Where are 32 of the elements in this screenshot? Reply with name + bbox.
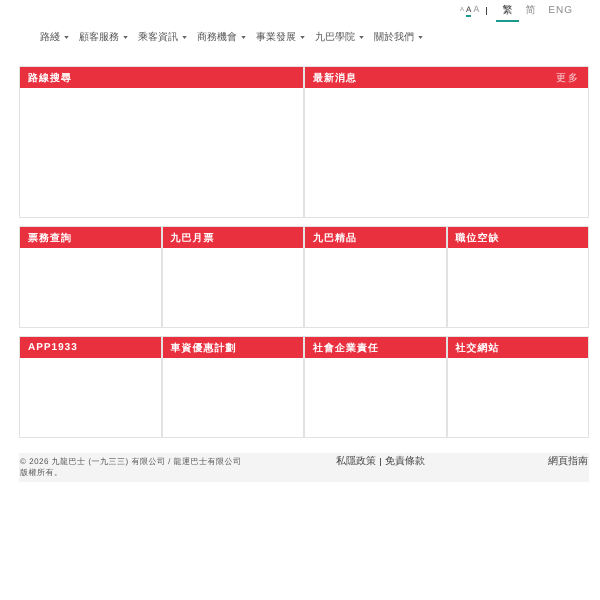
nav-menu-item[interactable]: 路綫 <box>40 30 69 44</box>
caret-icon <box>182 36 187 38</box>
footer-link[interactable]: 免責條款 <box>385 456 425 467</box>
panel-title: APP1933 <box>28 342 78 353</box>
caret-icon <box>359 36 364 38</box>
footer-link[interactable]: 私隱政策 <box>336 456 376 467</box>
caret-icon <box>123 36 128 38</box>
nav-menu-item[interactable]: 九巴學院 <box>315 30 364 44</box>
copyright-text: © 2026 九龍巴士 (一九三三) 有限公司 / 龍運巴士有限公司版權所有。 <box>20 456 243 478</box>
language-tab[interactable]: 简 <box>519 0 542 22</box>
caret-icon <box>64 36 69 38</box>
panel-title: 九巴月票 <box>170 232 214 244</box>
nav-menu-item[interactable]: 乘客資訊 <box>138 30 187 44</box>
panel-title: 車資優惠計劃 <box>170 342 236 354</box>
language-tab[interactable]: ENG <box>542 0 579 22</box>
nav-menu-item[interactable]: 事業發展 <box>256 30 305 44</box>
panel-title: 社會企業責任 <box>313 342 379 354</box>
panel-title: 票務查詢 <box>28 232 72 244</box>
panel-title: 路線搜尋 <box>28 72 72 84</box>
language-tab[interactable]: 繁 <box>496 0 520 22</box>
caret-icon <box>241 36 246 38</box>
caret-icon <box>418 36 423 38</box>
nav-menu-item[interactable]: 關於我們 <box>374 30 423 44</box>
panel-title: 職位空缺 <box>456 232 500 244</box>
panel-title: 九巴精品 <box>313 232 357 244</box>
panel-title: 最新消息 <box>313 71 357 84</box>
font-size-button[interactable]: A <box>466 6 472 16</box>
nav-menu-item[interactable]: 顧客服務 <box>79 30 128 44</box>
site-guide-link[interactable]: 網頁指南 <box>548 456 588 467</box>
panel-title: 社交網站 <box>456 341 500 354</box>
nav-menu-item[interactable]: 商務機會 <box>197 30 246 44</box>
caret-icon <box>300 36 305 38</box>
